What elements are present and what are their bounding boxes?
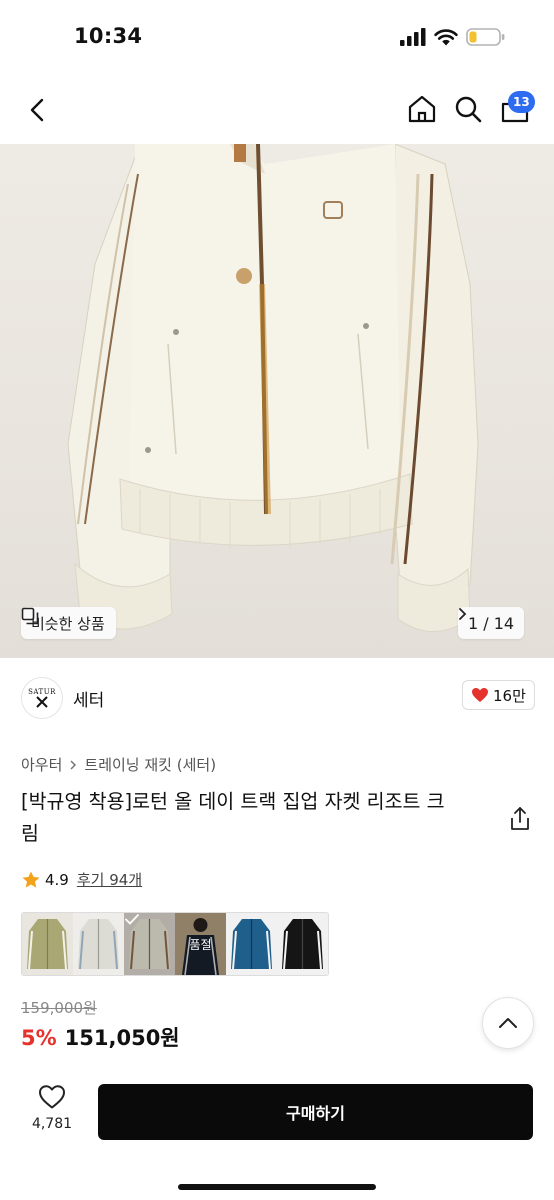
sold-out-overlay: 품절 [175, 913, 226, 975]
swatch-grey[interactable] [73, 913, 124, 975]
product-title-line2: 림 [21, 822, 39, 845]
reviews-link[interactable]: 후기 94개 [77, 869, 142, 890]
sold-out-label: 품절 [189, 937, 212, 952]
status-time: 10:34 [74, 24, 143, 48]
back-icon[interactable] [24, 96, 52, 124]
similar-products-button[interactable]: 비슷한 상품 [21, 607, 116, 639]
home-indicator [178, 1184, 376, 1190]
wifi-icon [434, 29, 458, 46]
swatch-olive[interactable] [22, 913, 73, 975]
product-photo-illustration [67, 144, 479, 632]
breadcrumb-category[interactable]: 아우터 [21, 754, 62, 775]
swatch-blue-image [226, 913, 277, 975]
cart-count-badge: 13 [508, 91, 535, 113]
color-swatches: 품절 [21, 912, 329, 976]
heart-outline-icon [39, 1085, 65, 1109]
rating-row: 4.9 후기 94개 [21, 869, 142, 890]
battery-icon [466, 28, 505, 46]
swatch-blue[interactable] [226, 913, 277, 975]
swatch-olive-image [22, 913, 73, 975]
similar-products-icon [21, 607, 39, 625]
wishlist-button[interactable]: 4,781 [28, 1084, 76, 1132]
bottom-action-bar: 4,781 구매하기 [0, 1070, 554, 1200]
brand-logo-mark [36, 696, 48, 708]
price-row: 5% 151,050원 [21, 1022, 180, 1052]
product-title-line1: [박규영 착용]로턴 올 데이 트랙 집업 자켓 리조트 크 [21, 790, 445, 813]
heart-filled-icon [472, 688, 488, 702]
image-pager[interactable]: 1 / 14 [458, 607, 525, 639]
selected-overlay [124, 913, 175, 975]
home-icon[interactable] [407, 94, 437, 124]
check-icon [124, 913, 140, 925]
swatch-black-image [277, 913, 328, 975]
swatch-black[interactable] [277, 913, 328, 975]
product-image[interactable]: 비슷한 상품 1 / 14 [0, 144, 554, 658]
wishlist-count: 4,781 [31, 1116, 73, 1132]
buy-button[interactable]: 구매하기 [98, 1084, 533, 1140]
breadcrumb: 아우터 트레이닝 재킷 (세터) [21, 754, 216, 775]
brand-name[interactable]: 세터 [73, 686, 104, 711]
brand-row: SATUR 세터 16만 [0, 668, 554, 724]
swatch-navy-soldout[interactable]: 품절 [175, 913, 226, 975]
sale-price: 151,050원 [64, 1026, 180, 1050]
brand-logo-text: SATUR [28, 688, 56, 696]
rating-score: 4.9 [45, 870, 69, 889]
chevron-right-icon [459, 608, 467, 620]
status-icons [400, 27, 506, 47]
brand-like-count: 16만 [493, 686, 526, 705]
nav-bar [0, 76, 554, 144]
chevron-up-icon [499, 1018, 517, 1028]
brand-logo[interactable]: SATUR [21, 677, 63, 719]
original-price: 159,000원 [21, 999, 97, 1017]
swatch-grey-image [73, 913, 124, 975]
discount-rate: 5% [21, 1026, 57, 1050]
star-icon [22, 871, 40, 888]
status-bar: 10:34 [0, 0, 554, 76]
breadcrumb-subcategory[interactable]: 트레이닝 재킷 (세터) [84, 754, 216, 775]
image-pager-label: 1 / 14 [468, 613, 515, 633]
signal-icon [400, 28, 426, 46]
search-icon[interactable] [453, 94, 483, 124]
scroll-top-button[interactable] [482, 997, 534, 1049]
chevron-right-icon [70, 759, 77, 770]
similar-products-label: 비슷한 상품 [31, 614, 105, 633]
brand-like-button[interactable]: 16만 [462, 680, 535, 710]
share-icon[interactable] [508, 806, 532, 832]
product-title: [박규영 착용]로턴 올 데이 트랙 집업 자켓 리조트 크 림 [21, 786, 491, 850]
swatch-cream-selected[interactable] [124, 913, 175, 975]
